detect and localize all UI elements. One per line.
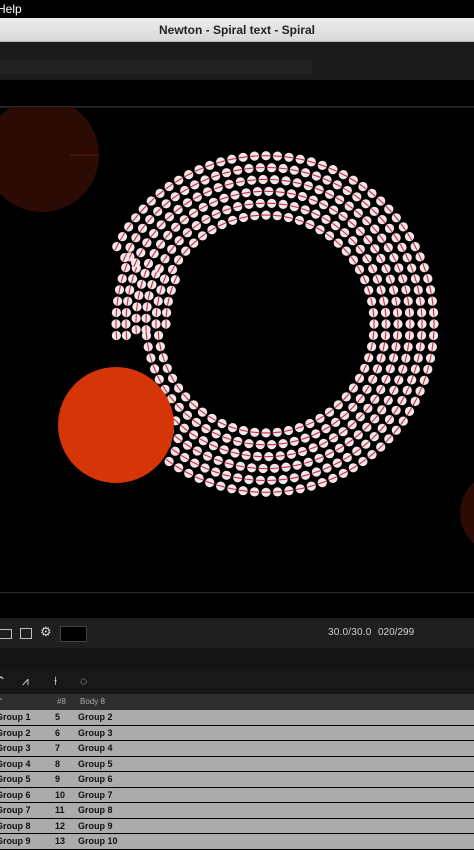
bead-mark	[126, 308, 127, 316]
table-row[interactable]: Group 6 10 Group 7	[0, 788, 474, 803]
table-row[interactable]: Group 9 13 Group 10	[0, 834, 474, 849]
gear-icon[interactable]: ⚙	[40, 624, 52, 638]
transport-bar: ⚙ 30.0/30.0 020/299	[0, 618, 474, 648]
frame-rate: 30.0/30.0	[328, 627, 372, 641]
bead-mark	[253, 456, 261, 457]
header-col2: #8	[57, 694, 66, 710]
bead-mark	[270, 180, 278, 181]
bead-mark	[116, 331, 117, 339]
pin-icon[interactable]: ⍿	[54, 674, 57, 689]
table-row[interactable]: Group 5 9 Group 6	[0, 772, 474, 787]
table-header: ⌃ #8 Body 8	[0, 694, 474, 710]
rect-icon[interactable]	[20, 628, 32, 639]
row-name: Group 3	[0, 741, 31, 756]
header-col1-icon: ⌃	[0, 694, 4, 710]
bead-mark	[126, 331, 127, 339]
panel-separator	[0, 648, 474, 670]
bead-mark	[409, 331, 410, 339]
bead-mark	[421, 331, 422, 339]
bead-mark	[116, 308, 117, 316]
window-title: Newton - Spiral text - Spiral	[0, 18, 474, 42]
menu-bar: Help	[0, 0, 474, 18]
row-index: 6	[55, 726, 60, 741]
right-ball[interactable]	[460, 473, 474, 553]
row-index: 11	[55, 803, 65, 818]
table-row[interactable]: Group 7 11 Group 8	[0, 803, 474, 818]
row-name: Group 7	[0, 803, 31, 818]
table-row[interactable]: Group 3 7 Group 4	[0, 741, 474, 756]
loop-icon[interactable]: ◌	[80, 674, 87, 688]
arrow-icon[interactable]: ⌃	[0, 674, 6, 688]
toolbar-field	[0, 60, 312, 74]
bead-mark	[273, 156, 281, 157]
row-name: Group 6	[0, 788, 31, 803]
bead-mark	[433, 331, 434, 339]
toolbar	[0, 42, 474, 80]
row-body: Group 6	[78, 772, 113, 787]
canvas-top-margin	[0, 80, 474, 107]
constraints-table: Group 15Group 2Group 26Group 3Group 37Gr…	[0, 710, 474, 850]
bead-mark	[409, 308, 410, 316]
table-row[interactable]: Group 4 8 Group 5	[0, 757, 474, 772]
joint-icon-row: ⌃ ⩘ ⍿ ◌	[0, 670, 474, 694]
bead-mark	[397, 308, 398, 316]
row-body: Group 2	[78, 710, 113, 725]
bead-mark	[253, 191, 261, 192]
table-row[interactable]: Group 1 5 Group 2	[0, 710, 474, 725]
row-index: 12	[55, 819, 65, 834]
color-swatch[interactable]	[60, 626, 87, 642]
frame-counter: 020/299	[378, 627, 414, 641]
row-index: 9	[55, 772, 60, 787]
rect-icon[interactable]	[0, 629, 12, 639]
row-index: 10	[55, 788, 65, 803]
row-index: 5	[55, 710, 60, 725]
row-body: Group 4	[78, 741, 113, 756]
table-row[interactable]: Group 2 6 Group 3	[0, 726, 474, 741]
orange-ball[interactable]	[58, 367, 174, 483]
row-name: Group 9	[0, 834, 31, 849]
row-index: 7	[55, 741, 60, 756]
header-col3: Body 8	[80, 694, 105, 710]
row-name: Group 2	[0, 726, 31, 741]
row-index: 8	[55, 757, 60, 772]
dark-ball[interactable]	[0, 107, 99, 212]
bead-mark	[273, 492, 281, 493]
row-body: Group 9	[78, 819, 113, 834]
viewport-canvas[interactable]	[0, 107, 474, 592]
bead-mark	[433, 308, 434, 316]
table-row[interactable]: Group 8 12 Group 9	[0, 819, 474, 834]
row-body: Group 10	[78, 834, 118, 849]
row-name: Group 1	[0, 710, 31, 725]
menu-help[interactable]: Help	[0, 0, 22, 18]
row-name: Group 5	[0, 772, 31, 787]
row-body: Group 5	[78, 757, 113, 772]
row-name: Group 4	[0, 757, 31, 772]
bead-mark	[270, 468, 278, 469]
bead-mark	[250, 156, 258, 157]
bead-mark	[397, 331, 398, 339]
scene	[0, 107, 474, 592]
bead-mark	[421, 308, 422, 316]
waveform-icon[interactable]: ⩘	[22, 674, 29, 689]
row-body: Group 8	[78, 803, 113, 818]
row-body: Group 7	[78, 788, 113, 803]
canvas-bottom-margin	[0, 592, 474, 619]
row-name: Group 8	[0, 819, 31, 834]
row-index: 13	[55, 834, 65, 849]
bead-mark	[250, 492, 258, 493]
row-body: Group 3	[78, 726, 113, 741]
